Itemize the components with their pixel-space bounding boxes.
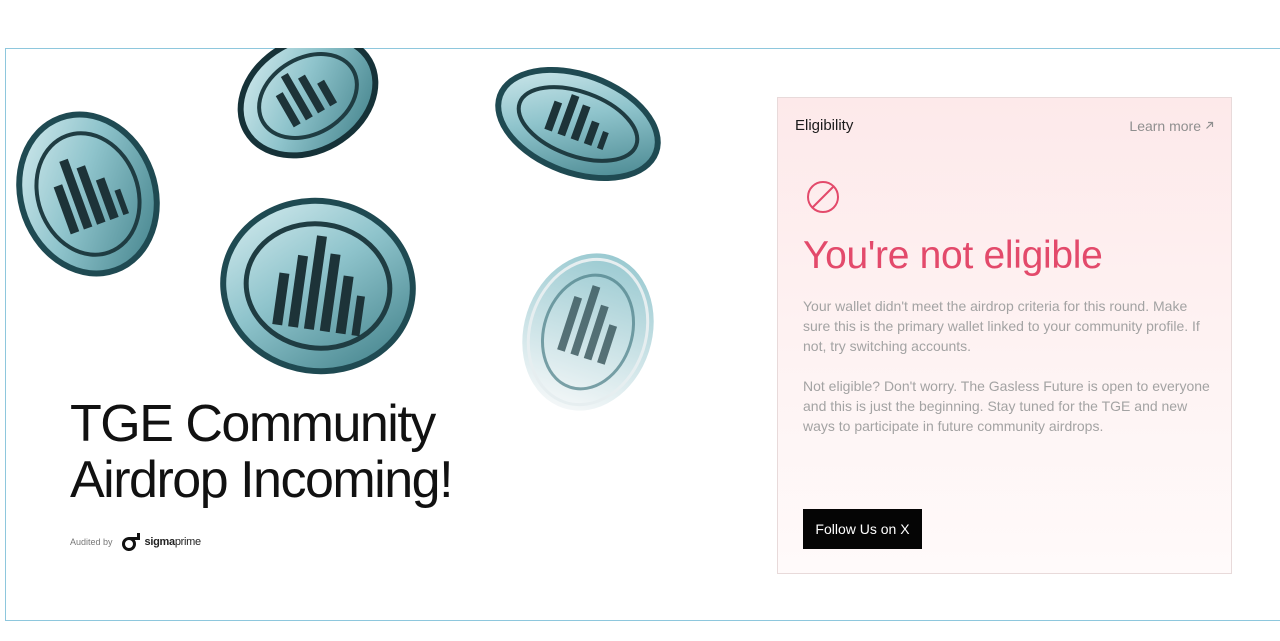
coin-icon: [495, 66, 661, 182]
page-title: TGE Community Airdrop Incoming!: [70, 395, 454, 509]
coin-icon: [522, 253, 654, 411]
coin-icon: [237, 48, 379, 159]
card-title: Eligibility: [795, 117, 854, 134]
audited-by: Audited by sigmaprime: [70, 533, 201, 551]
headline-line-1: TGE Community: [70, 395, 436, 453]
learn-more-label: Learn more: [1129, 117, 1201, 134]
coins-illustration: [16, 48, 661, 411]
headline-line-2: Airdrop Incoming!: [70, 451, 454, 509]
sigma-prime-logo: sigmaprime: [121, 533, 201, 551]
ineligible-reason-text: Your wallet didn't meet the airdrop crit…: [803, 298, 1200, 354]
coin-icon: [16, 111, 160, 277]
follow-us-button[interactable]: Follow Us on X: [803, 509, 922, 549]
encouragement-text: Not eligible? Don't worry. The Gasless F…: [803, 378, 1210, 434]
learn-more-link[interactable]: Learn more: [1129, 118, 1214, 134]
sigma-logo-icon: [121, 533, 140, 551]
audited-label: Audited by: [70, 537, 113, 547]
eligibility-card: Eligibility Learn more You're not eligib…: [777, 97, 1232, 574]
card-header: Eligibility Learn more: [795, 117, 1214, 134]
coin-icon: [220, 197, 416, 375]
status-heading: You're not eligible: [803, 234, 1103, 277]
prohibited-icon: [807, 181, 839, 213]
auditor-name-bold: sigma: [144, 536, 176, 548]
auditor-name-light: prime: [174, 536, 201, 548]
arrow-up-right-icon: [1206, 121, 1214, 129]
